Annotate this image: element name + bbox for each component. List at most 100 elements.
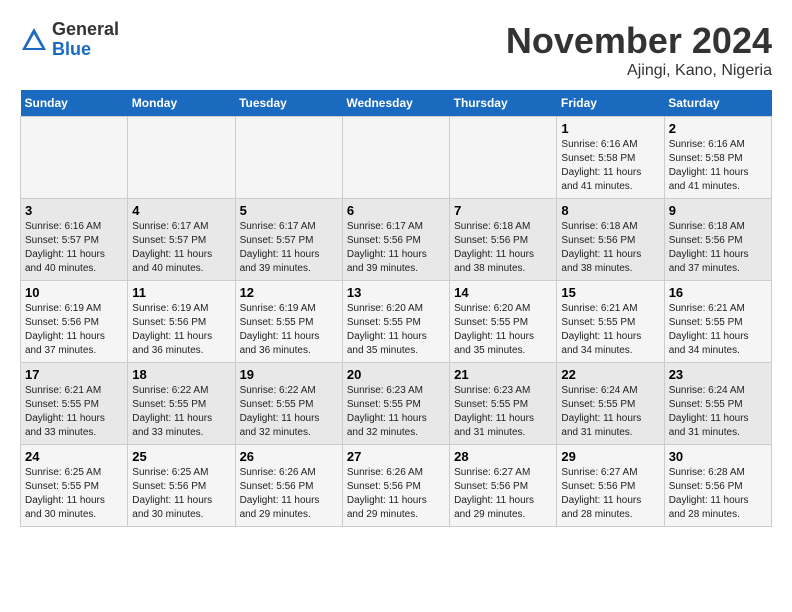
day-number: 13 [347,285,445,300]
calendar-day-25: 25Sunrise: 6:25 AM Sunset: 5:56 PM Dayli… [128,445,235,527]
day-info: Sunrise: 6:22 AM Sunset: 5:55 PM Dayligh… [132,384,230,440]
day-number: 1 [561,121,659,136]
day-info: Sunrise: 6:18 AM Sunset: 5:56 PM Dayligh… [454,220,552,276]
day-number: 18 [132,367,230,382]
day-info: Sunrise: 6:21 AM Sunset: 5:55 PM Dayligh… [669,302,767,358]
calendar-day-11: 11 Sunrise: 6:19 AM Sunset: 5:56 PM Dayli… [128,281,235,363]
day-info: Sunrise: 6:19 AM Sunset: 5:56 PM Dayligh… [25,302,123,358]
calendar-day-4: 4 Sunrise: 6:17 AM Sunset: 5:57 PM Daylig… [128,199,235,281]
day-info: Sunrise: 6:26 AM Sunset: 5:56 PM Dayligh… [240,466,338,522]
header-tuesday: Tuesday [235,90,342,117]
calendar-day-23: 23 Sunrise: 6:24 AM Sunset: 5:55 PM Dayli… [664,363,771,445]
calendar-week-2: 3Sunrise: 6:16 AM Sunset: 5:57 PM Daylig… [21,199,772,281]
day-number: 8 [561,203,659,218]
day-number: 16 [669,285,767,300]
day-info: Sunrise: 6:25 AM Sunset: 5:55 PM Dayligh… [25,466,123,522]
calendar-day-8: 8 Sunrise: 6:18 AM Sunset: 5:56 PM Daylig… [557,199,664,281]
day-number: 14 [454,285,552,300]
calendar-day-2: 2 Sunrise: 6:16 AM Sunset: 5:58 PM Daylig… [664,117,771,199]
calendar-day-24: 24 Sunrise: 6:25 AM Sunset: 5:55 PM Dayli… [21,445,128,527]
header-sunday: Sunday [21,90,128,117]
logo: General Blue [20,20,119,60]
day-number: 28 [454,449,552,464]
day-number: 27 [347,449,445,464]
empty-cell [450,117,557,199]
calendar-day-18: 18 Sunrise: 6:22 AM Sunset: 5:55 PM Dayli… [128,363,235,445]
day-info: Sunrise: 6:19 AM Sunset: 5:55 PM Dayligh… [240,302,338,358]
calendar-day-12: 12 Sunrise: 6:19 AM Sunset: 5:55 PM Dayli… [235,281,342,363]
calendar-day-21: 21 Sunrise: 6:23 AM Sunset: 5:55 PM Dayli… [450,363,557,445]
day-info: Sunrise: 6:20 AM Sunset: 5:55 PM Dayligh… [347,302,445,358]
day-info: Sunrise: 6:23 AM Sunset: 5:55 PM Dayligh… [347,384,445,440]
day-info: Sunrise: 6:16 AM Sunset: 5:57 PM Dayligh… [25,220,123,276]
empty-cell [235,117,342,199]
day-info: Sunrise: 6:19 AM Sunset: 5:56 PM Dayligh… [132,302,230,358]
day-info: Sunrise: 6:22 AM Sunset: 5:55 PM Dayligh… [240,384,338,440]
calendar-day-6: 6Sunrise: 6:17 AM Sunset: 5:56 PM Daylig… [342,199,449,281]
day-info: Sunrise: 6:18 AM Sunset: 5:56 PM Dayligh… [561,220,659,276]
day-info: Sunrise: 6:18 AM Sunset: 5:56 PM Dayligh… [669,220,767,276]
logo-icon [20,26,48,54]
day-number: 19 [240,367,338,382]
title-section: November 2024 Ajingi, Kano, Nigeria [506,20,772,80]
calendar-day-14: 14 Sunrise: 6:20 AM Sunset: 5:55 PM Dayli… [450,281,557,363]
day-info: Sunrise: 6:23 AM Sunset: 5:55 PM Dayligh… [454,384,552,440]
calendar-day-30: 30 Sunrise: 6:28 AM Sunset: 5:56 PM Dayli… [664,445,771,527]
header-thursday: Thursday [450,90,557,117]
day-number: 23 [669,367,767,382]
month-title: November 2024 [506,20,772,62]
calendar-day-5: 5Sunrise: 6:17 AM Sunset: 5:57 PM Daylig… [235,199,342,281]
day-number: 26 [240,449,338,464]
day-info: Sunrise: 6:25 AM Sunset: 5:56 PM Dayligh… [132,466,230,522]
calendar-day-22: 22Sunrise: 6:24 AM Sunset: 5:55 PM Dayli… [557,363,664,445]
day-number: 24 [25,449,123,464]
day-number: 9 [669,203,767,218]
calendar-day-3: 3Sunrise: 6:16 AM Sunset: 5:57 PM Daylig… [21,199,128,281]
day-info: Sunrise: 6:28 AM Sunset: 5:56 PM Dayligh… [669,466,767,522]
day-number: 11 [132,285,230,300]
day-info: Sunrise: 6:24 AM Sunset: 5:55 PM Dayligh… [561,384,659,440]
day-info: Sunrise: 6:17 AM Sunset: 5:57 PM Dayligh… [132,220,230,276]
calendar-day-26: 26 Sunrise: 6:26 AM Sunset: 5:56 PM Dayli… [235,445,342,527]
page-header: General Blue November 2024 Ajingi, Kano,… [20,20,772,80]
calendar-day-27: 27 Sunrise: 6:26 AM Sunset: 5:56 PM Dayli… [342,445,449,527]
calendar-week-3: 10 Sunrise: 6:19 AM Sunset: 5:56 PM Dayli… [21,281,772,363]
day-number: 6 [347,203,445,218]
header-wednesday: Wednesday [342,90,449,117]
day-info: Sunrise: 6:20 AM Sunset: 5:55 PM Dayligh… [454,302,552,358]
day-number: 30 [669,449,767,464]
calendar-day-1: 1Sunrise: 6:16 AM Sunset: 5:58 PM Daylig… [557,117,664,199]
logo-general-text: General [52,20,119,40]
day-number: 2 [669,121,767,136]
calendar-week-1: 1 Sunrise: 6:16 AM Sunset: 5:58 PM Daylig… [21,117,772,199]
day-number: 12 [240,285,338,300]
day-info: Sunrise: 6:21 AM Sunset: 5:55 PM Dayligh… [561,302,659,358]
day-info: Sunrise: 6:27 AM Sunset: 5:56 PM Dayligh… [561,466,659,522]
calendar-table: SundayMondayTuesdayWednesdayThursdayFrid… [20,90,772,527]
day-number: 10 [25,285,123,300]
day-info: Sunrise: 6:24 AM Sunset: 5:55 PM Dayligh… [669,384,767,440]
header-monday: Monday [128,90,235,117]
location: Ajingi, Kano, Nigeria [506,62,772,80]
calendar-day-29: 29 Sunrise: 6:27 AM Sunset: 5:56 PM Dayli… [557,445,664,527]
day-number: 17 [25,367,123,382]
day-info: Sunrise: 6:26 AM Sunset: 5:56 PM Dayligh… [347,466,445,522]
day-info: Sunrise: 6:27 AM Sunset: 5:56 PM Dayligh… [454,466,552,522]
calendar-day-15: 15 Sunrise: 6:21 AM Sunset: 5:55 PM Dayli… [557,281,664,363]
day-number: 4 [132,203,230,218]
calendar-day-7: 7Sunrise: 6:18 AM Sunset: 5:56 PM Daylig… [450,199,557,281]
day-info: Sunrise: 6:17 AM Sunset: 5:57 PM Dayligh… [240,220,338,276]
calendar-header-row: SundayMondayTuesdayWednesdayThursdayFrid… [21,90,772,117]
calendar-day-16: 16 Sunrise: 6:21 AM Sunset: 5:55 PM Dayli… [664,281,771,363]
empty-cell [21,117,128,199]
calendar-day-10: 10 Sunrise: 6:19 AM Sunset: 5:56 PM Dayli… [21,281,128,363]
day-number: 15 [561,285,659,300]
day-number: 29 [561,449,659,464]
calendar-day-13: 13 Sunrise: 6:20 AM Sunset: 5:55 PM Dayli… [342,281,449,363]
calendar-week-4: 17Sunrise: 6:21 AM Sunset: 5:55 PM Dayli… [21,363,772,445]
day-number: 21 [454,367,552,382]
day-number: 20 [347,367,445,382]
day-info: Sunrise: 6:16 AM Sunset: 5:58 PM Dayligh… [669,138,767,194]
calendar-week-5: 24 Sunrise: 6:25 AM Sunset: 5:55 PM Dayli… [21,445,772,527]
calendar-day-19: 19 Sunrise: 6:22 AM Sunset: 5:55 PM Dayli… [235,363,342,445]
